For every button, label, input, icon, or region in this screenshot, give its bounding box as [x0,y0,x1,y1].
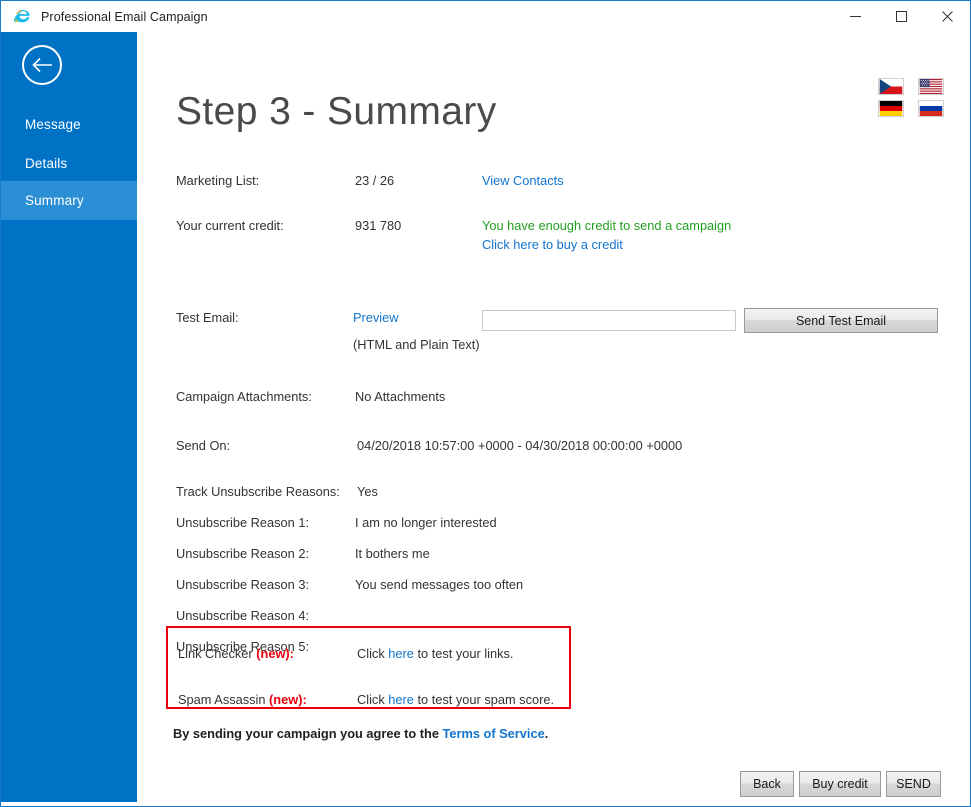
german-flag[interactable] [878,100,904,117]
test-email-label: Test Email: [176,310,239,325]
marketing-list-label: Marketing List: [176,173,260,188]
sidebar-item-label: Summary [25,193,84,208]
terms-agreement-text: By sending your campaign you agree to th… [173,726,549,741]
minimize-button[interactable] [832,1,878,32]
back-button[interactable]: Back [740,771,794,797]
maximize-button[interactable] [878,1,924,32]
sidebar-item-label: Message [25,117,81,132]
send-on-value: 04/20/2018 10:57:00 +0000 - 04/30/2018 0… [357,438,683,453]
spam-assassin-label: Spam Assassin (new): [178,692,307,707]
window-title: Professional Email Campaign [41,9,208,24]
arrow-left-icon [31,57,52,73]
track-unsubscribe-value: Yes [357,484,378,499]
unsubscribe-reason-value: You send messages too often [355,577,524,592]
unsubscribe-reason-value: I am no longer interested [355,515,497,530]
page-title: Step 3 - Summary [176,90,497,133]
test-email-input[interactable] [482,310,736,331]
window-controls [832,1,970,32]
main-content: Step 3 - Summary Marketing List: 23 / 26… [137,32,970,802]
track-unsubscribe-label: Track Unsubscribe Reasons: [176,484,340,499]
window-bottom-bar [1,802,970,806]
title-bar-left: Professional Email Campaign [13,1,208,32]
unsubscribe-reason-label: Unsubscribe Reason 4: [176,608,310,623]
buy-credit-link[interactable]: Click here to buy a credit [482,237,623,252]
unsubscribe-reason-label: Unsubscribe Reason 2: [176,546,310,561]
credit-status-text: You have enough credit to send a campaig… [482,218,732,233]
application-window: Professional Email Campaign Message Deta… [0,0,971,807]
sidebar-item-message[interactable]: Message [1,105,137,144]
view-contacts-link[interactable]: View Contacts [482,173,564,188]
language-switcher [878,78,944,118]
send-test-email-button[interactable]: Send Test Email [744,308,938,333]
spam-assassin-here-link[interactable]: here [388,692,414,707]
spam-assassin-text: Click here to test your spam score. [357,692,555,707]
unsubscribe-reason-label: Unsubscribe Reason 3: [176,577,310,592]
test-email-note: (HTML and Plain Text) [353,337,480,352]
sidebar-item-summary[interactable]: Summary [1,181,137,220]
close-button[interactable] [924,1,970,32]
campaign-attachments-value: No Attachments [355,389,446,404]
current-credit-label: Your current credit: [176,218,284,233]
new-badge: (new): [256,646,294,661]
unsubscribe-reason-label: Unsubscribe Reason 1: [176,515,310,530]
send-button[interactable]: SEND [886,771,941,797]
unsubscribe-reason-value: It bothers me [355,546,430,561]
sidebar-item-details[interactable]: Details [1,144,137,183]
buy-credit-button[interactable]: Buy credit [799,771,881,797]
marketing-list-value: 23 / 26 [355,173,395,188]
title-bar: Professional Email Campaign [1,1,970,33]
sidebar: Message Details Summary [1,32,137,802]
internet-explorer-icon [13,9,30,23]
back-arrow-button[interactable] [22,45,62,85]
preview-link[interactable]: Preview [353,310,399,325]
current-credit-value: 931 780 [355,218,402,233]
terms-of-service-link[interactable]: Terms of Service [443,726,545,741]
usa-flag[interactable] [918,78,944,95]
campaign-attachments-label: Campaign Attachments: [176,389,312,404]
sidebar-item-label: Details [25,156,68,171]
russian-flag[interactable] [918,100,944,117]
link-checker-here-link[interactable]: here [388,646,414,661]
new-features-highlight-box: Link Checker (new): Click here to test y… [166,626,571,709]
link-checker-label: Link Checker (new): [178,646,294,661]
new-badge: (new): [269,692,307,707]
send-on-label: Send On: [176,438,231,453]
link-checker-text: Click here to test your links. [357,646,514,661]
czech-flag[interactable] [878,78,904,95]
